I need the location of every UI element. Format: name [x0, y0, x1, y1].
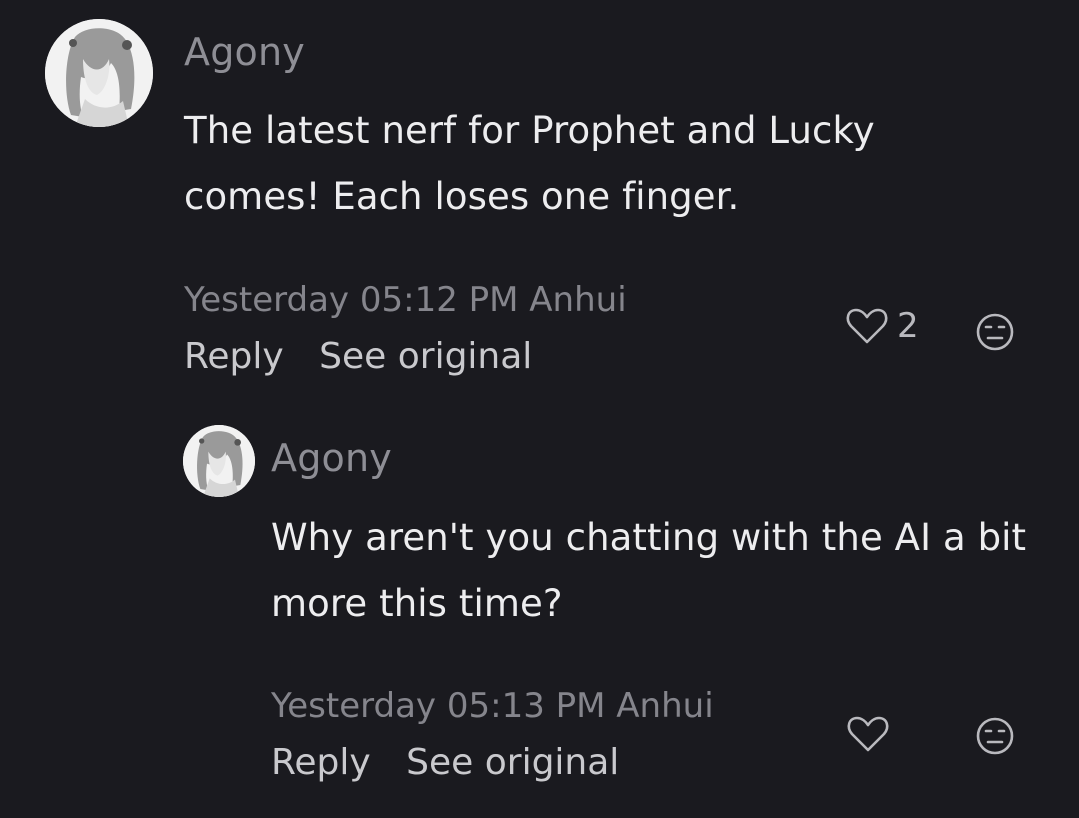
like-button[interactable] — [846, 714, 898, 754]
neutral-face-icon[interactable] — [975, 716, 1015, 756]
see-original-button[interactable]: See original — [319, 336, 532, 377]
reply-button[interactable]: Reply — [184, 336, 284, 377]
see-original-button[interactable]: See original — [406, 742, 619, 783]
comment: Agony The latest nerf for Prophet and Lu… — [0, 0, 1079, 410]
username[interactable]: Agony — [184, 30, 305, 74]
heart-outline-icon — [847, 716, 889, 752]
like-count: 2 — [897, 306, 919, 346]
comment-text: Why aren't you chatting with the AI a bi… — [271, 516, 1027, 625]
neutral-face-icon[interactable] — [975, 312, 1015, 352]
avatar[interactable] — [183, 425, 255, 497]
comment-actions: Reply See original — [271, 742, 643, 783]
username[interactable]: Agony — [271, 436, 392, 480]
avatar[interactable] — [45, 19, 153, 127]
reply-comment: Agony Why aren't you chatting with the A… — [0, 410, 1079, 818]
reply-button[interactable]: Reply — [271, 742, 371, 783]
comment-actions: Reply See original — [184, 336, 556, 377]
comment-meta: Yesterday 05:13 PM Anhui — [271, 686, 714, 726]
like-button[interactable]: 2 — [845, 306, 919, 346]
heart-outline-icon — [846, 308, 888, 344]
comment-text: The latest nerf for Prophet and Lucky co… — [184, 109, 875, 218]
comment-meta: Yesterday 05:12 PM Anhui — [184, 280, 627, 320]
